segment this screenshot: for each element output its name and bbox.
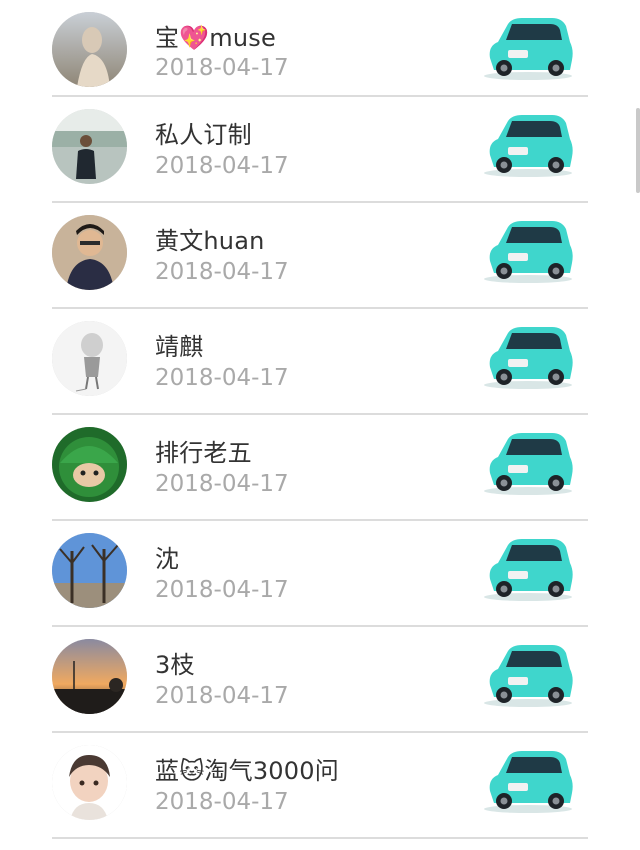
car-thumbnail[interactable]: [482, 215, 574, 285]
car-thumbnail[interactable]: [482, 533, 574, 603]
contact-date: 2018-04-17: [155, 365, 289, 391]
car-thumbnail[interactable]: [482, 12, 574, 82]
list-item[interactable]: 3枝 2018-04-17: [52, 627, 588, 733]
car-thumbnail[interactable]: [482, 427, 574, 497]
contact-name: 黄文huan: [155, 227, 265, 255]
avatar-image: [52, 533, 127, 608]
car-thumbnail[interactable]: [482, 639, 574, 709]
avatar[interactable]: [52, 215, 127, 290]
message-list: 宝💖muse 2018-04-17 私人订制 2018-04-17 黄文huan…: [52, 0, 588, 839]
avatar[interactable]: [52, 745, 127, 820]
avatar-image: [52, 215, 127, 290]
avatar[interactable]: [52, 109, 127, 184]
avatar[interactable]: [52, 427, 127, 502]
avatar[interactable]: [52, 533, 127, 608]
contact-name: 排行老五: [155, 439, 252, 467]
contact-date: 2018-04-17: [155, 471, 289, 497]
list-item[interactable]: 蓝🐱淘气3000问 2018-04-17: [52, 733, 588, 839]
scrollbar[interactable]: [636, 108, 640, 193]
avatar-image: [52, 745, 127, 820]
contact-name: 靖麒: [155, 333, 204, 361]
contact-name: 沈: [155, 545, 180, 573]
contact-date: 2018-04-17: [155, 683, 289, 709]
avatar[interactable]: [52, 321, 127, 396]
contact-name: 私人订制: [155, 121, 252, 149]
avatar-image: [52, 321, 127, 396]
avatar[interactable]: [52, 12, 127, 87]
car-thumbnail[interactable]: [482, 321, 574, 391]
car-thumbnail[interactable]: [482, 745, 574, 815]
contact-date: 2018-04-17: [155, 153, 289, 179]
contact-name: 3枝: [155, 651, 195, 679]
list-item[interactable]: 沈 2018-04-17: [52, 521, 588, 627]
contact-date: 2018-04-17: [155, 789, 289, 815]
list-item[interactable]: 靖麒 2018-04-17: [52, 309, 588, 415]
car-thumbnail[interactable]: [482, 109, 574, 179]
avatar[interactable]: [52, 639, 127, 714]
list-item[interactable]: 私人订制 2018-04-17: [52, 97, 588, 203]
list-item[interactable]: 宝💖muse 2018-04-17: [52, 0, 588, 97]
contact-date: 2018-04-17: [155, 577, 289, 603]
avatar-image: [52, 639, 127, 714]
contact-name: 蓝🐱淘气3000问: [155, 757, 339, 785]
avatar-image: [52, 12, 127, 87]
contact-name: 宝💖muse: [155, 24, 276, 52]
list-item[interactable]: 黄文huan 2018-04-17: [52, 203, 588, 309]
contact-date: 2018-04-17: [155, 55, 289, 81]
contact-date: 2018-04-17: [155, 259, 289, 285]
avatar-image: [52, 427, 127, 502]
avatar-image: [52, 109, 127, 184]
list-item[interactable]: 排行老五 2018-04-17: [52, 415, 588, 521]
